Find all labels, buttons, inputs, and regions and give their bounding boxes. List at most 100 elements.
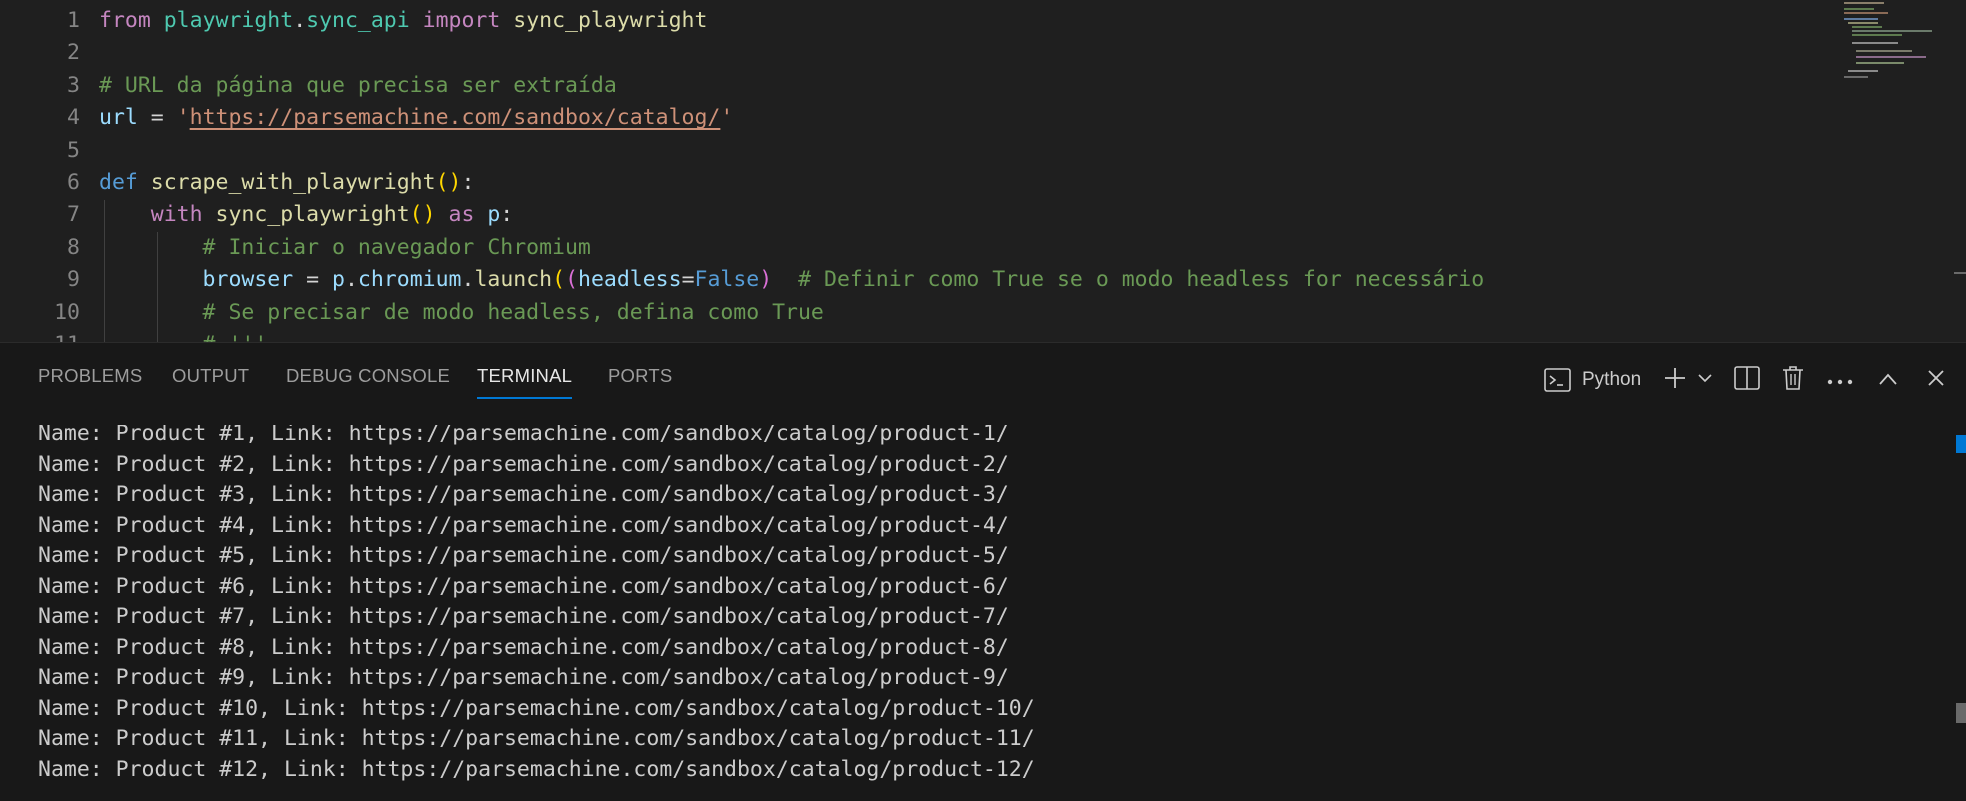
code-token: scrape_with_playwright — [150, 170, 436, 195]
code-line[interactable]: 6 def scrape_with_playwright(): — [0, 167, 1840, 199]
terminal-profile-button[interactable]: Python — [1544, 363, 1674, 397]
terminal-output[interactable]: Name: Product #1, Link: https://parsemac… — [0, 425, 1940, 801]
more-actions-button[interactable] — [1824, 363, 1856, 397]
code-token: ' — [720, 105, 734, 131]
chevron-up-icon — [1878, 371, 1898, 390]
new-terminal-button[interactable] — [1660, 363, 1690, 397]
split-icon — [1734, 366, 1760, 394]
code-token: # ''' — [99, 332, 268, 342]
code-token: p — [332, 267, 345, 293]
code-line[interactable]: 7 with sync_playwright() as p: — [0, 199, 1840, 231]
code-line[interactable]: 11 # ''' — [0, 329, 1840, 342]
line-number: 6 — [67, 170, 80, 195]
editor-scrollbar[interactable] — [1954, 272, 1966, 274]
code-token: as — [435, 202, 488, 228]
code-token: # Se precisar de modo headless, defina c… — [99, 299, 824, 325]
tab-terminal[interactable]: TERMINAL — [477, 363, 573, 399]
code-token: browser — [99, 267, 294, 293]
code-token: : — [461, 170, 475, 195]
code-token: # Iniciar o navegador Chromium — [99, 234, 591, 260]
code-token: False — [694, 267, 760, 293]
more-icon — [1827, 371, 1853, 390]
terminal-line: Name: Product #3, Link: https://parsemac… — [38, 482, 1009, 507]
terminal-line: Name: Product #8, Link: https://parsemac… — [38, 634, 1009, 660]
terminal-line: Name: Product #1, Link: https://parsemac… — [38, 425, 1009, 446]
line-number: 2 — [67, 40, 80, 66]
line-number: 8 — [67, 234, 80, 260]
terminal-line: Name: Product #11, Link: https://parsema… — [38, 726, 1035, 751]
code-token: chromium — [357, 267, 462, 293]
tab-output[interactable]: OUTPUT — [172, 363, 249, 399]
code-token: p — [487, 202, 501, 228]
line-number: 11 — [0, 329, 80, 342]
indent-guide — [157, 232, 158, 342]
code-line[interactable]: 10 # Se precisar de modo headless, defin… — [0, 297, 1840, 329]
code-token: = — [293, 267, 333, 293]
terminal-line: Name: Product #5, Link: https://parsemac… — [38, 543, 1009, 568]
code-token: : — [500, 202, 514, 228]
code-token: = — [681, 267, 695, 293]
maximize-panel-button[interactable] — [1874, 363, 1902, 397]
terminal-line: Name: Product #4, Link: https://parsemac… — [38, 512, 1009, 538]
code-text: url = 'https://parsemachine.com/sandbox/… — [99, 102, 733, 134]
panel-tabs: PROBLEMS OUTPUT DEBUG CONSOLE TERMINAL P… — [0, 343, 1966, 405]
code-token: def — [99, 170, 151, 195]
code-editor[interactable]: 1 from playwright.sync_api import sync_pl… — [0, 0, 1966, 342]
code-line[interactable]: 1 from playwright.sync_api import sync_pl… — [0, 5, 1840, 37]
terminal-scrollbar[interactable] — [1956, 703, 1966, 723]
code-text: def scrape_with_playwright(): — [99, 167, 474, 199]
code-token: ( — [552, 267, 566, 293]
code-line[interactable]: 3 # URL da página que precisa ser extraíd… — [0, 70, 1840, 102]
code-text: from playwright.sync_api import sync_pla… — [99, 5, 707, 37]
code-token: # Definir como True se o modo headless f… — [772, 267, 1485, 293]
code-line[interactable]: 2 — [0, 37, 1840, 69]
code-text: # Iniciar o navegador Chromium — [99, 232, 591, 264]
code-token: . — [293, 8, 307, 33]
close-panel-button[interactable] — [1922, 363, 1950, 397]
terminal-line: Name: Product #2, Link: https://parsemac… — [38, 451, 1009, 477]
code-token: . — [344, 267, 358, 293]
kill-terminal-button[interactable] — [1778, 363, 1808, 397]
code-text: # URL da página que precisa ser extraída — [99, 70, 617, 102]
terminal-line: Name: Product #10, Link: https://parsema… — [38, 695, 1035, 721]
code-token: () — [409, 202, 436, 228]
code-token: ( — [565, 267, 579, 293]
line-number: 1 — [67, 8, 80, 33]
plus-icon — [1663, 366, 1687, 394]
code-line[interactable]: 9 browser = p.chromium.launch((headless=… — [0, 264, 1840, 296]
line-number: 3 — [67, 72, 80, 98]
code-line[interactable]: 8 # Iniciar o navegador Chromium — [0, 232, 1840, 264]
code-token: import — [409, 8, 514, 33]
code-line[interactable]: 5 — [0, 135, 1840, 167]
terminal-icon — [1544, 368, 1572, 392]
code-text: # ''' — [99, 329, 268, 342]
code-token: playwright — [163, 8, 294, 33]
line-number: 10 — [54, 299, 80, 325]
code-token: sync_api — [306, 8, 410, 33]
tab-problems[interactable]: PROBLEMS — [38, 363, 142, 399]
chevron-down-icon — [1697, 370, 1713, 390]
code-token: from — [99, 8, 164, 33]
terminal-line: Name: Product #12, Link: https://parsema… — [38, 756, 1035, 782]
code-token: () — [435, 170, 462, 195]
code-token: headless — [578, 267, 682, 293]
code-token: sync_playwright — [513, 8, 708, 33]
tab-ports[interactable]: PORTS — [608, 363, 672, 399]
terminal-dropdown-button[interactable] — [1694, 363, 1716, 397]
tab-debug-console[interactable]: DEBUG CONSOLE — [286, 363, 450, 399]
code-text: browser = p.chromium.launch((headless=Fa… — [99, 264, 1485, 296]
line-number: 5 — [67, 137, 80, 163]
line-number: 7 — [67, 202, 80, 228]
code-token: https://parsemachine.com/sandbox/catalog… — [189, 105, 721, 131]
code-token: launch — [474, 267, 553, 293]
code-text: with sync_playwright() as p: — [99, 199, 513, 231]
terminal-scroll-marker — [1956, 435, 1966, 453]
trash-icon — [1782, 365, 1804, 395]
terminal-profile-label: Python — [1582, 369, 1642, 390]
split-terminal-button[interactable] — [1732, 363, 1762, 397]
terminal-line: Name: Product #6, Link: https://parsemac… — [38, 573, 1009, 599]
code-line[interactable]: 4 url = 'https://parsemachine.com/sandbox… — [0, 102, 1840, 134]
minimap[interactable] — [1840, 0, 1950, 90]
code-token: ' — [176, 105, 190, 131]
close-icon — [1927, 369, 1945, 391]
